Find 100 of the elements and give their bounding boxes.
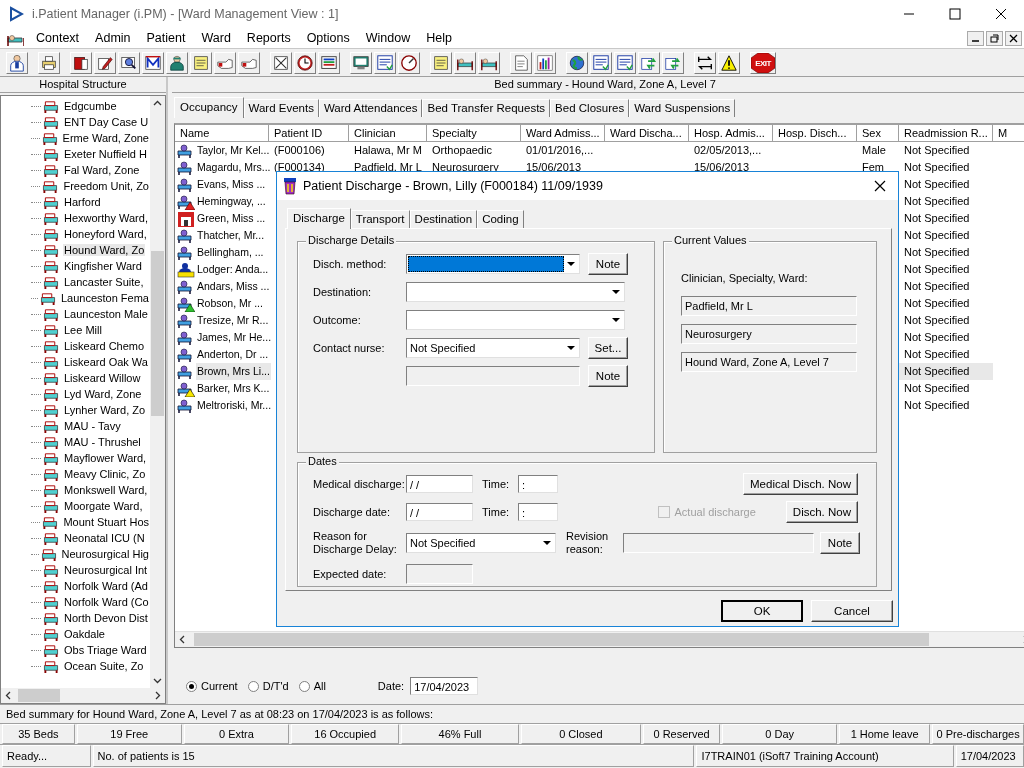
- now-button[interactable]: Disch. Now: [785, 501, 858, 523]
- book-icon[interactable]: [70, 51, 92, 74]
- bed-icon[interactable]: [478, 51, 500, 74]
- notepad-icon[interactable]: [190, 51, 212, 74]
- menu-item[interactable]: Reports: [238, 31, 299, 45]
- scrollbar-thumb[interactable]: [151, 251, 164, 416]
- hand-icon[interactable]: [238, 51, 260, 74]
- form-check-icon[interactable]: [590, 51, 612, 74]
- page-arrows-icon[interactable]: [638, 51, 660, 74]
- tree-item[interactable]: Freedom Unit, Zo: [62, 180, 150, 192]
- column-header[interactable]: Hosp. Disch...: [773, 125, 857, 142]
- now-button[interactable]: Medical Disch. Now: [743, 473, 858, 495]
- tree-item[interactable]: Exeter Nuffield H: [63, 148, 148, 160]
- magnifier-icon[interactable]: [118, 51, 140, 74]
- close-icon[interactable]: [1005, 30, 1022, 46]
- gauge-icon[interactable]: [398, 51, 420, 74]
- pencil-icon[interactable]: [94, 51, 116, 74]
- form-check-icon[interactable]: [374, 51, 396, 74]
- doctor-icon[interactable]: [166, 51, 188, 74]
- tree-item[interactable]: Norfolk Ward (Co: [63, 596, 150, 608]
- hand-icon[interactable]: [214, 51, 236, 74]
- tree-item[interactable]: Mount Stuart Hos: [62, 516, 150, 528]
- tree-item[interactable]: Edgcumbe: [63, 100, 118, 112]
- column-header[interactable]: Ward Admiss...: [521, 125, 605, 142]
- form-check-icon[interactable]: [614, 51, 636, 74]
- tree-item[interactable]: ENT Day Case U: [63, 116, 150, 128]
- tree-item[interactable]: Liskeard Oak Wa: [63, 356, 149, 368]
- tree-item[interactable]: Obs Triage Ward: [63, 644, 148, 656]
- tree-item[interactable]: Neonatal ICU (N: [63, 532, 146, 544]
- tree-item[interactable]: Lyd Ward, Zone: [63, 388, 143, 400]
- crossed-page-icon[interactable]: [270, 51, 292, 74]
- ok-button[interactable]: OK: [721, 600, 803, 622]
- tree-item[interactable]: Harford: [63, 196, 102, 208]
- tree-item[interactable]: Launceston Male: [63, 308, 149, 320]
- tree-item[interactable]: MAU - Tavy: [63, 420, 122, 432]
- tree-item[interactable]: Lynher Ward, Zo: [63, 404, 147, 416]
- screen-icon[interactable]: [350, 51, 372, 74]
- tab[interactable]: Discharge: [287, 208, 351, 229]
- time-field[interactable]: :: [518, 475, 558, 493]
- clock-icon[interactable]: [294, 51, 316, 74]
- restore-icon[interactable]: [986, 30, 1003, 46]
- tree-item[interactable]: Hound Ward, Zo: [63, 244, 146, 256]
- table-cell[interactable]: Andars, Miss ...: [196, 278, 271, 295]
- radio-button[interactable]: [298, 680, 310, 692]
- notepad-icon[interactable]: [430, 51, 452, 74]
- cancel-button[interactable]: Cancel: [811, 600, 893, 622]
- tree-item[interactable]: Neurosurgical Int: [63, 564, 149, 576]
- menu-item[interactable]: Help: [418, 31, 460, 45]
- tab[interactable]: Ward Attendances: [318, 99, 423, 117]
- tab[interactable]: Bed Closures: [550, 99, 630, 117]
- menu-item[interactable]: Patient: [138, 31, 194, 45]
- text-field[interactable]: [623, 533, 814, 553]
- time-field[interactable]: :: [518, 503, 558, 521]
- radio-label[interactable]: All: [313, 680, 326, 692]
- tree-item[interactable]: Fal Ward, Zone: [63, 164, 141, 176]
- table-cell[interactable]: Lodger: Anda...: [196, 261, 270, 278]
- tab[interactable]: Bed Transfer Requests: [422, 99, 551, 117]
- tree-item[interactable]: Oakdale: [63, 628, 106, 640]
- tree-item[interactable]: Hexworthy Ward,: [63, 212, 149, 224]
- tree-item[interactable]: Erme Ward, Zone: [61, 132, 150, 144]
- menu-item[interactable]: Window: [357, 31, 419, 45]
- minimize-icon[interactable]: [967, 30, 984, 46]
- tree-item[interactable]: Lancaster Suite,: [63, 276, 145, 288]
- person-icon[interactable]: [6, 51, 28, 74]
- tree-item[interactable]: North Devon Dist: [63, 612, 149, 624]
- note-button[interactable]: Note: [820, 532, 860, 554]
- table-cell[interactable]: Barker, Mrs K...: [196, 380, 271, 397]
- table-cell[interactable]: Thatcher, Mr...: [196, 227, 266, 244]
- table-cell[interactable]: Green, Miss ...: [196, 210, 267, 227]
- radio-button[interactable]: [186, 680, 197, 692]
- table-cell[interactable]: Meltroriski, Mr...: [196, 397, 273, 414]
- table-cell[interactable]: James, Mr He...: [196, 329, 273, 346]
- column-header[interactable]: Sex: [857, 125, 899, 142]
- column-header[interactable]: Clinician: [349, 125, 427, 142]
- tree-item[interactable]: Lee Mill: [63, 324, 103, 336]
- document-icon[interactable]: [510, 51, 532, 74]
- color-bars-icon[interactable]: [318, 51, 340, 74]
- tab[interactable]: Ward Events: [243, 99, 319, 117]
- table-cell[interactable]: Hemingway, ...: [196, 193, 267, 210]
- date-field[interactable]: / /: [406, 475, 473, 493]
- tab[interactable]: Ward Suspensions: [629, 99, 736, 117]
- column-header[interactable]: Patient ID: [269, 125, 349, 142]
- column-header[interactable]: Ward Discha...: [605, 125, 689, 142]
- tree-item[interactable]: Ocean Suite, Zo: [63, 660, 145, 672]
- tree-item[interactable]: Honeyford Ward,: [63, 228, 148, 240]
- radio-label[interactable]: Current: [201, 680, 238, 692]
- table-cell[interactable]: Tresize, Mr R...: [196, 312, 270, 329]
- date-field[interactable]: [406, 564, 473, 584]
- table-cell[interactable]: Anderton, Dr ...: [196, 346, 270, 363]
- stop-sign-icon[interactable]: EXIT: [750, 51, 776, 74]
- scrollbar-thumb[interactable]: [18, 689, 60, 702]
- bar-chart-icon[interactable]: [534, 51, 556, 74]
- table-cell[interactable]: Magardu, Mrs...: [196, 159, 272, 176]
- column-header[interactable]: Specialty: [427, 125, 521, 142]
- warning-icon[interactable]: [718, 51, 740, 74]
- date-field[interactable]: / /: [406, 503, 473, 521]
- tab[interactable]: Occupancy: [174, 97, 244, 118]
- tree-item[interactable]: Liskeard Willow: [63, 372, 142, 384]
- note-button[interactable]: Note: [588, 253, 628, 275]
- tree-item[interactable]: Kingfisher Ward: [63, 260, 143, 272]
